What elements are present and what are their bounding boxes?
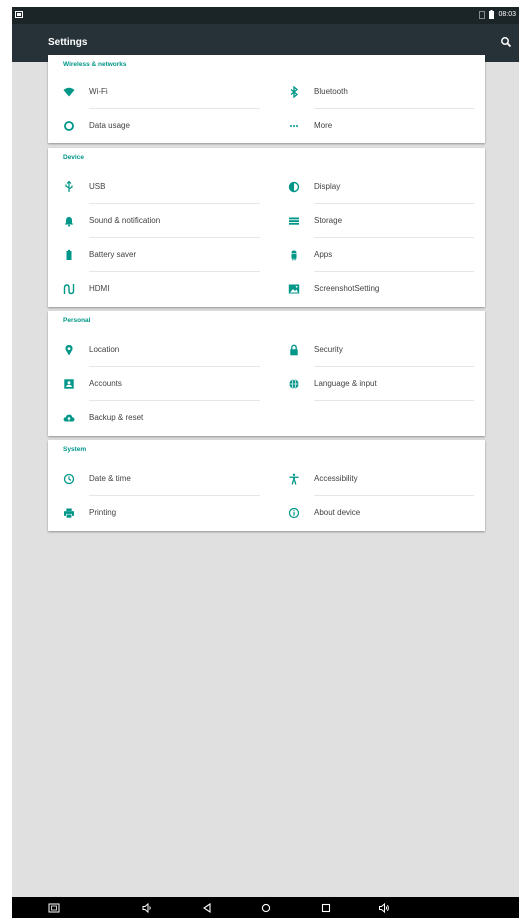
more-icon xyxy=(288,120,300,132)
settings-item-screenshot-setting[interactable]: ScreenshotSetting xyxy=(273,272,474,306)
hdmi-icon xyxy=(63,283,75,295)
battery-icon xyxy=(63,249,75,261)
battery-status-icon xyxy=(489,10,495,19)
settings-item-sound-notification[interactable]: Sound & notification xyxy=(48,204,260,238)
volume-up-icon[interactable] xyxy=(378,902,390,914)
status-time: 08:03 xyxy=(498,11,516,18)
settings-item-hdmi[interactable]: HDMI xyxy=(48,272,260,306)
section-personal: Personal Location Security Accounts Lang… xyxy=(48,311,485,436)
device-screen: 08:03 Settings Wireless & networks Wi-Fi… xyxy=(12,7,519,918)
search-icon[interactable] xyxy=(499,35,513,49)
settings-item-accounts[interactable]: Accounts xyxy=(48,367,260,401)
home-button-icon[interactable] xyxy=(260,902,272,914)
bluetooth-icon xyxy=(288,86,300,98)
settings-item-usb[interactable]: USB xyxy=(48,170,260,204)
settings-item-label: Security xyxy=(314,345,343,354)
settings-item-label: ScreenshotSetting xyxy=(314,284,380,293)
settings-item-printing[interactable]: Printing xyxy=(48,496,260,530)
settings-item-label: Battery saver xyxy=(89,250,137,259)
usb-icon xyxy=(63,181,75,193)
settings-item-security[interactable]: Security xyxy=(273,333,474,367)
settings-item-battery-saver[interactable]: Battery saver xyxy=(48,238,260,272)
settings-item-data-usage[interactable]: Data usage xyxy=(48,109,260,143)
settings-item-label: Location xyxy=(89,345,120,354)
settings-item-apps[interactable]: Apps xyxy=(273,238,474,272)
lock-icon xyxy=(288,344,300,356)
account-box-icon xyxy=(63,378,75,390)
screenshot-button-icon[interactable] xyxy=(48,902,60,914)
back-button-icon[interactable] xyxy=(201,902,213,914)
settings-item-backup-reset[interactable]: Backup & reset xyxy=(48,401,260,435)
settings-item-label: HDMI xyxy=(89,284,110,293)
settings-item-display[interactable]: Display xyxy=(273,170,474,204)
settings-item-label: Bluetooth xyxy=(314,87,348,96)
settings-item-label: Sound & notification xyxy=(89,216,161,225)
settings-item-accessibility[interactable]: Accessibility xyxy=(273,462,474,496)
settings-item-label: More xyxy=(314,121,333,130)
settings-item-label: Date & time xyxy=(89,474,131,483)
section-title: System xyxy=(63,446,87,453)
location-pin-icon xyxy=(63,344,75,356)
accessibility-icon xyxy=(288,473,300,485)
settings-item-about-device[interactable]: About device xyxy=(273,496,474,530)
settings-item-label: Apps xyxy=(314,250,333,259)
settings-item-label: Printing xyxy=(89,508,117,517)
clock-icon xyxy=(63,473,75,485)
settings-item-more[interactable]: More xyxy=(273,109,474,143)
section-system: System Date & time Accessibility Printin… xyxy=(48,440,485,531)
settings-item-label: Language & input xyxy=(314,379,377,388)
section-title: Device xyxy=(63,154,84,161)
recent-apps-button-icon[interactable] xyxy=(320,902,332,914)
info-icon xyxy=(288,507,300,519)
cloud-upload-icon xyxy=(63,412,75,424)
settings-item-wifi[interactable]: Wi-Fi xyxy=(48,75,260,109)
settings-item-storage[interactable]: Storage xyxy=(273,204,474,238)
settings-item-bluetooth[interactable]: Bluetooth xyxy=(273,75,474,109)
settings-item-label: Storage xyxy=(314,216,343,225)
settings-item-label: Accessibility xyxy=(314,474,358,483)
screenshot-notification-icon xyxy=(15,11,23,18)
settings-item-label: Wi-Fi xyxy=(89,87,108,96)
settings-item-location[interactable]: Location xyxy=(48,333,260,367)
settings-item-label: USB xyxy=(89,182,106,191)
volume-down-icon[interactable] xyxy=(141,902,153,914)
settings-item-label: About device xyxy=(314,508,361,517)
section-wireless-networks: Wireless & networks Wi-Fi Bluetooth Data… xyxy=(48,55,485,143)
data-usage-icon xyxy=(63,120,75,132)
printer-icon xyxy=(63,507,75,519)
display-icon xyxy=(288,181,300,193)
storage-icon xyxy=(288,215,300,227)
settings-item-date-time[interactable]: Date & time xyxy=(48,462,260,496)
android-icon xyxy=(288,249,300,261)
section-title: Wireless & networks xyxy=(63,61,127,68)
settings-item-label: Accounts xyxy=(89,379,122,388)
settings-item-label: Display xyxy=(314,182,341,191)
status-bar: 08:03 xyxy=(12,7,519,24)
page-title: Settings xyxy=(48,37,88,48)
no-signal-icon xyxy=(479,10,486,19)
settings-item-label: Backup & reset xyxy=(89,413,144,422)
section-title: Personal xyxy=(63,317,91,324)
globe-icon xyxy=(288,378,300,390)
section-device: Device USB Display Sound & notification … xyxy=(48,148,485,307)
settings-item-language-input[interactable]: Language & input xyxy=(273,367,474,401)
settings-item-label: Data usage xyxy=(89,121,130,130)
bell-icon xyxy=(63,215,75,227)
screenshot-icon xyxy=(288,283,300,295)
navigation-bar xyxy=(12,897,519,918)
wifi-icon xyxy=(63,86,75,98)
